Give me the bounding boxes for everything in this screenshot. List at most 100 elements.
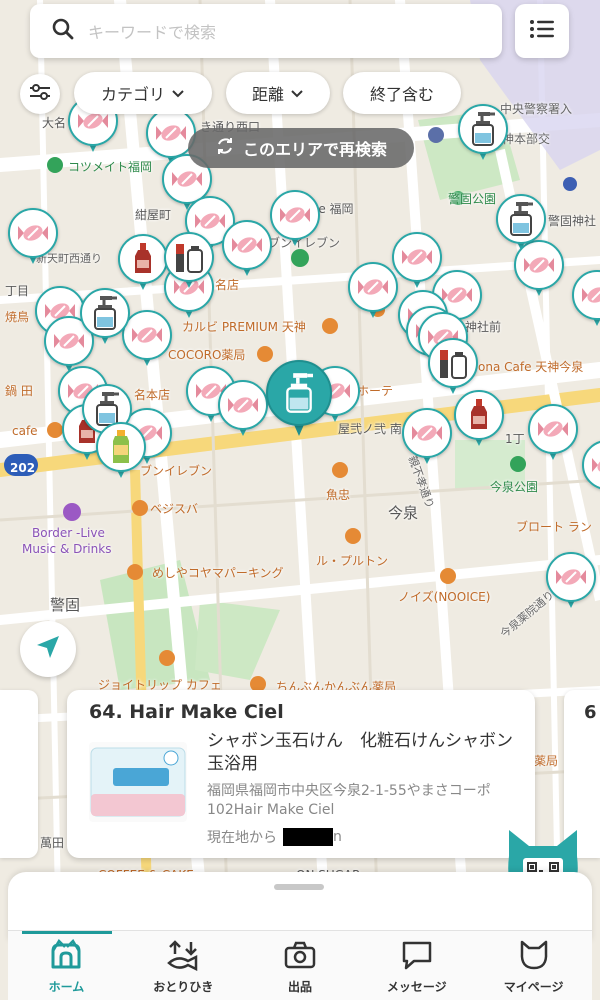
map-pin[interactable] xyxy=(8,208,58,266)
chip-label: 距離 xyxy=(251,85,284,104)
previous-store-card[interactable] xyxy=(0,690,38,858)
soy-sauce-icon xyxy=(471,399,487,429)
map-label: 薬局 xyxy=(534,754,559,768)
map-label: Music & Drinks xyxy=(22,542,112,556)
pump-bottle-icon xyxy=(510,202,533,236)
map-pin[interactable] xyxy=(546,552,596,610)
home-icon xyxy=(49,938,83,975)
map-label: 警固公園 xyxy=(448,192,497,206)
selected-store-pin[interactable] xyxy=(266,360,332,438)
map-pin[interactable] xyxy=(458,104,508,162)
sliders-icon xyxy=(29,83,51,105)
map-label: 魚忠 xyxy=(326,488,351,502)
candy-icon xyxy=(132,327,162,343)
candy-icon xyxy=(232,237,262,253)
map-label: 警固神社 xyxy=(548,214,597,228)
tab-bar: ホーム おとりひき 出品 メッセージ マイページ xyxy=(8,930,592,1000)
map-label: 萬田 xyxy=(40,836,65,850)
map-label: ノイズ(NOOICE) xyxy=(398,590,491,604)
tab-messages[interactable]: メッセージ xyxy=(358,931,475,1000)
re-search-area-button[interactable]: このエリアで再検索 xyxy=(188,128,414,168)
map-label: 焼鳥 xyxy=(5,310,30,324)
filter-settings-button[interactable] xyxy=(20,74,60,114)
distance-unit: n xyxy=(333,829,342,845)
chevron-down-icon xyxy=(284,84,304,103)
tab-label: メッセージ xyxy=(386,980,447,994)
chevron-down-icon xyxy=(165,84,185,103)
map-label: ona Cafe 天神今泉 xyxy=(478,360,584,374)
map-pin[interactable] xyxy=(164,232,214,290)
map-pin[interactable] xyxy=(222,220,272,278)
tab-trade[interactable]: おとりひき xyxy=(125,931,242,1000)
map-label: 警固 xyxy=(50,596,81,614)
map-pin[interactable] xyxy=(582,440,600,498)
candy-icon xyxy=(524,257,554,273)
search-icon xyxy=(52,18,74,44)
sheet-handle[interactable] xyxy=(274,884,324,890)
map-label: ベジスバ xyxy=(150,502,199,516)
candy-icon xyxy=(582,287,600,303)
re-search-label: このエリアで再検索 xyxy=(242,140,387,159)
list-icon xyxy=(530,19,554,43)
distance-prefix: 現在地から xyxy=(207,830,277,846)
pump-bottle-icon xyxy=(94,296,117,330)
candy-icon xyxy=(172,171,202,187)
map-pin[interactable] xyxy=(402,408,452,466)
refresh-icon xyxy=(215,136,235,160)
map-pin[interactable] xyxy=(348,262,398,320)
include-ended-chip[interactable]: 終了含む xyxy=(343,72,461,114)
product-thumbnail xyxy=(89,742,187,822)
store-title: 64. Hair Make Ciel xyxy=(89,701,284,723)
trade-icon xyxy=(166,939,200,975)
current-location-button[interactable] xyxy=(20,621,76,677)
distance-info: 現在地から n xyxy=(207,827,342,847)
map-label: Border -Live xyxy=(32,526,105,540)
map-pin[interactable] xyxy=(528,404,578,462)
category-filter-chip[interactable]: カテゴリ xyxy=(74,72,212,114)
map-pin[interactable] xyxy=(428,338,478,396)
candy-icon xyxy=(538,421,568,437)
search-input[interactable]: キーワードで検索 xyxy=(88,19,216,43)
map-pin[interactable] xyxy=(80,288,130,346)
tab-label: ホーム xyxy=(48,980,85,994)
navigation-arrow-icon xyxy=(35,634,61,664)
tab-label: おとりひき xyxy=(153,980,214,994)
list-view-button[interactable] xyxy=(515,4,569,58)
store-card[interactable]: 64. Hair Make Ciel シャボン玉石けん 化粧石けんシャボン玉浴用… xyxy=(67,690,535,858)
map-label: 今泉 xyxy=(388,504,419,522)
map-label: le 福岡 xyxy=(315,202,354,216)
map-label: 中央警察署入 xyxy=(500,102,573,116)
map-pin[interactable] xyxy=(454,390,504,448)
product-name: シャボン玉石けん 化粧石けんシャボン玉浴用 xyxy=(207,731,513,774)
map-pin[interactable] xyxy=(218,380,268,438)
map-label: コツメイト福岡 xyxy=(68,160,153,174)
distance-filter-chip[interactable]: 距離 xyxy=(226,72,330,114)
tab-mypage[interactable]: マイページ xyxy=(475,931,592,1000)
map-pin[interactable] xyxy=(572,270,600,328)
next-card-number: 6 xyxy=(584,702,597,723)
tab-home[interactable]: ホーム xyxy=(8,931,125,1000)
map-label: めしやコヤマパーキング xyxy=(152,566,284,580)
map-pin[interactable] xyxy=(496,194,546,252)
tab-label: 出品 xyxy=(287,980,312,994)
map-label: 丁目 xyxy=(5,284,30,298)
store-address: 福岡県福岡市中央区今泉2-1-55やまさコーポ102Hair Make Ciel xyxy=(207,783,491,818)
map-label: 名本店 xyxy=(134,388,171,402)
map-pin[interactable] xyxy=(96,422,146,480)
map-pin[interactable] xyxy=(270,190,320,248)
pump-bottle-icon xyxy=(472,112,495,146)
map-pin[interactable] xyxy=(118,234,168,292)
tab-listing[interactable]: 出品 xyxy=(242,931,359,1000)
map-label: 大名 xyxy=(42,116,67,130)
candy-icon xyxy=(280,207,310,223)
candy-icon xyxy=(358,279,388,295)
candy-icon xyxy=(412,425,442,441)
soy-sauce-icon xyxy=(135,243,151,273)
candy-icon xyxy=(18,225,48,241)
search-bar[interactable]: キーワードで検索 xyxy=(30,4,502,58)
chip-label: カテゴリ xyxy=(100,85,165,104)
map-label: ブロート ラン xyxy=(516,520,592,534)
map-label: 今泉公園 xyxy=(490,480,539,494)
message-icon xyxy=(400,939,434,975)
route-202-label: 202 xyxy=(10,461,36,475)
